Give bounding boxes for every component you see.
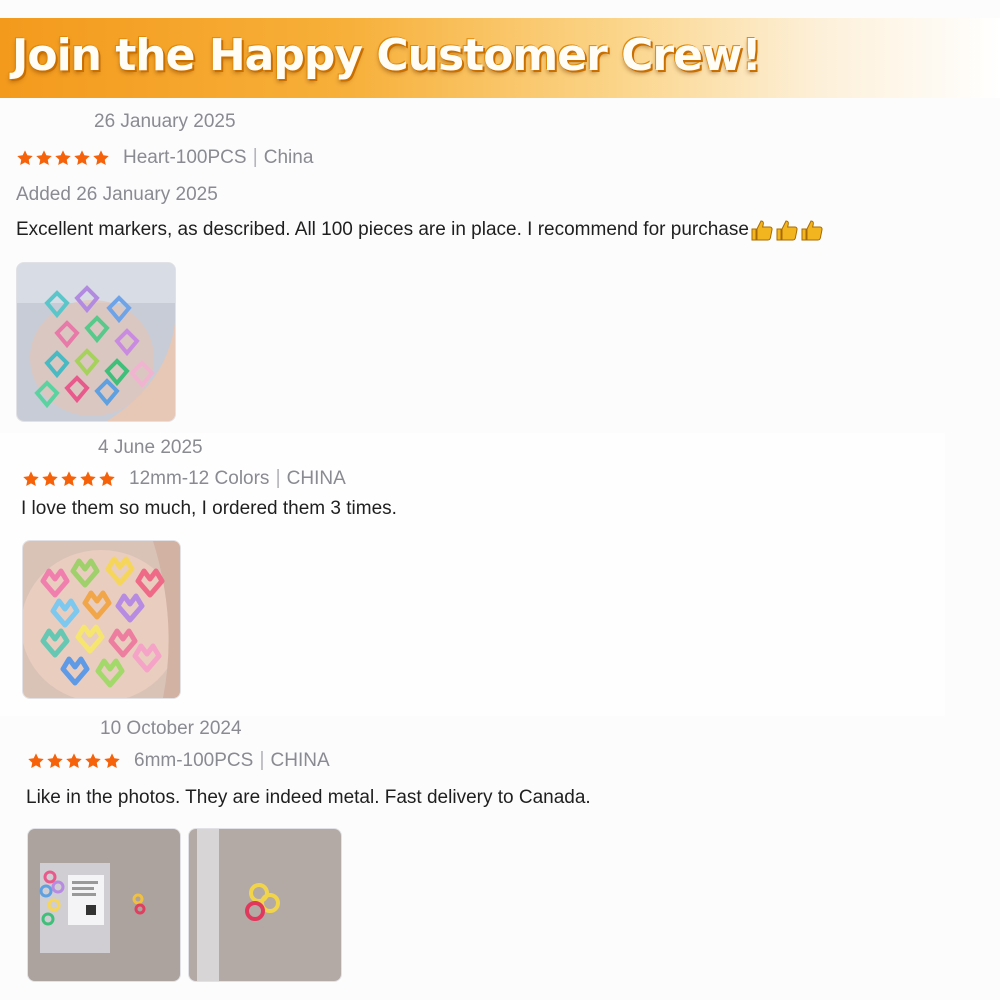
review-photo[interactable] — [16, 262, 176, 422]
star-icon — [60, 470, 79, 488]
review-variant: 6mm-100PCS — [134, 749, 254, 771]
review-date: 26 January 2025 — [94, 111, 236, 132]
star-icon — [54, 149, 73, 167]
star-rating — [27, 752, 122, 770]
review-added-date: Added 26 January 2025 — [16, 184, 218, 205]
review-origin: CHINA — [270, 749, 330, 771]
star-icon — [41, 470, 60, 488]
review-text: Like in the photos. They are indeed meta… — [26, 787, 591, 809]
thumbs-up-icon — [750, 219, 774, 241]
star-icon — [22, 470, 41, 488]
star-icon — [79, 470, 98, 488]
banner-title: Join the Happy Customer Crew! — [12, 30, 762, 81]
thumbs-up-icon — [800, 219, 824, 241]
review-meta: Heart-100PCS | China — [16, 146, 313, 169]
star-icon — [84, 752, 103, 770]
review-date: 10 October 2024 — [100, 718, 242, 739]
meta-separator: | — [252, 146, 258, 168]
meta-separator: | — [259, 749, 265, 771]
review-text: I love them so much, I ordered them 3 ti… — [21, 498, 397, 520]
review-date: 4 June 2025 — [98, 437, 203, 458]
star-icon — [27, 752, 46, 770]
star-icon — [73, 149, 92, 167]
thumbs-up-icon — [775, 219, 799, 241]
emoji-group — [750, 219, 825, 241]
review-text-body: Excellent markers, as described. All 100… — [16, 219, 749, 240]
star-rating — [16, 149, 111, 167]
meta-separator: | — [275, 467, 281, 489]
review-meta: 12mm-12 Colors | CHINA — [22, 467, 346, 490]
star-icon — [92, 149, 111, 167]
review-photo[interactable] — [188, 828, 342, 982]
star-icon — [35, 149, 54, 167]
review-variant: 12mm-12 Colors — [129, 467, 270, 489]
review-photo[interactable] — [22, 540, 181, 699]
review-text-body: Like in the photos. They are indeed meta… — [26, 787, 591, 808]
star-icon — [46, 752, 65, 770]
header-banner: Join the Happy Customer Crew! — [0, 18, 1000, 98]
review-photo[interactable] — [27, 828, 181, 982]
star-rating — [22, 470, 117, 488]
star-icon — [16, 149, 35, 167]
review-origin: China — [263, 146, 314, 168]
reviews-page: Join the Happy Customer Crew! 26 January… — [0, 0, 1000, 1000]
review-text: Excellent markers, as described. All 100… — [16, 219, 825, 241]
review-origin: CHINA — [286, 467, 346, 489]
star-icon — [98, 470, 117, 488]
review-text-body: I love them so much, I ordered them 3 ti… — [21, 498, 397, 519]
star-icon — [65, 752, 84, 770]
star-icon — [103, 752, 122, 770]
review-variant: Heart-100PCS — [123, 146, 247, 168]
review-meta: 6mm-100PCS | CHINA — [27, 749, 330, 772]
